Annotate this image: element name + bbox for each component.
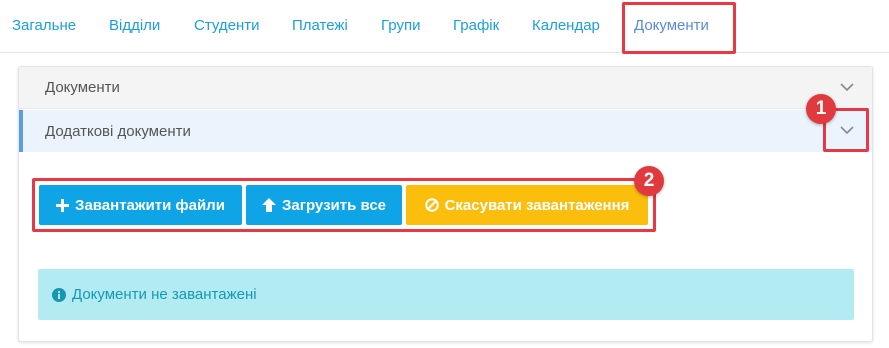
cancel-upload-button[interactable]: Скасувати завантаження	[406, 185, 648, 225]
step-marker-1: 1	[806, 94, 836, 124]
accordion-documents-title: Документи	[45, 79, 120, 96]
upload-all-button[interactable]: Загрузить все	[246, 185, 402, 225]
chevron-down-icon[interactable]	[840, 80, 854, 94]
tab-schedule[interactable]: Графік	[453, 17, 499, 34]
cancel-upload-label: Скасувати завантаження	[444, 196, 630, 214]
no-documents-alert: Документи не завантажені	[38, 269, 854, 320]
tab-students[interactable]: Студенти	[194, 17, 260, 34]
upload-files-label: Завантажити файли	[75, 196, 225, 214]
step-marker-2: 2	[634, 166, 664, 196]
ban-icon	[424, 198, 439, 212]
arrow-up-icon	[261, 198, 276, 212]
upload-all-label: Загрузить все	[281, 196, 387, 214]
tab-general[interactable]: Загальне	[12, 17, 76, 34]
alert-text: Документи не завантажені	[72, 286, 257, 303]
tab-departments[interactable]: Відділи	[109, 17, 160, 34]
tab-documents-highlight	[622, 2, 736, 54]
plus-icon	[56, 198, 70, 212]
tabs-bar: Загальне Відділи Студенти Платежі Групи …	[0, 0, 889, 53]
tab-payments[interactable]: Платежі	[292, 17, 348, 34]
accordion-documents[interactable]: Документи	[19, 67, 872, 109]
tab-groups[interactable]: Групи	[381, 17, 420, 34]
tab-calendar[interactable]: Календар	[532, 17, 600, 34]
upload-files-button[interactable]: Завантажити файли	[39, 185, 242, 225]
accordion-additional-documents[interactable]: Додаткові документи	[19, 110, 872, 152]
info-circle-icon	[52, 287, 66, 302]
accordion-additional-title: Додаткові документи	[45, 122, 191, 140]
